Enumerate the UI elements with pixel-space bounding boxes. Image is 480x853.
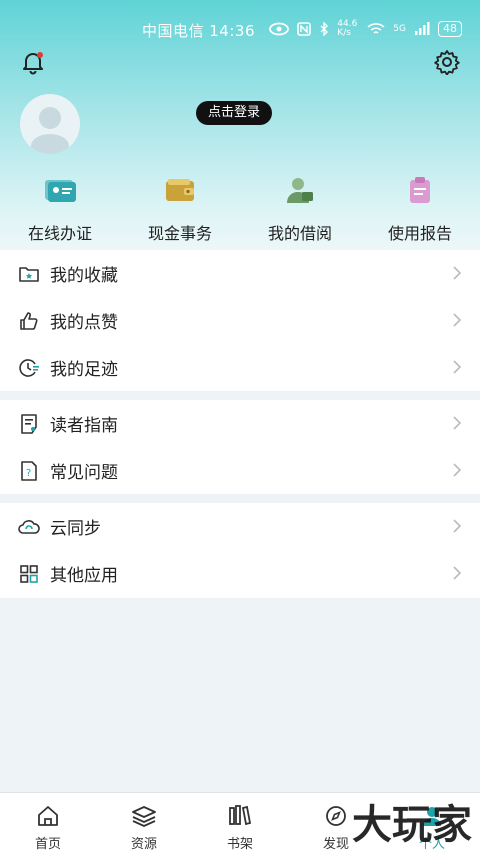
id-card-icon — [42, 172, 78, 208]
menu-item-label: 云同步 — [50, 519, 101, 539]
chevron-right-icon — [453, 416, 462, 430]
quick-action-report[interactable]: 使用报告 — [360, 172, 480, 244]
signal-icon — [415, 22, 430, 35]
guide-icon — [18, 413, 40, 435]
eye-icon — [269, 22, 290, 36]
bluetooth-icon — [320, 22, 329, 36]
history-icon — [18, 357, 40, 379]
menu-item-other-apps[interactable]: 其他应用 — [0, 550, 480, 597]
network-type: 5G — [393, 24, 406, 34]
menu-item-label: 常见问题 — [50, 463, 118, 483]
svg-text:?: ? — [26, 468, 31, 479]
tab-label: 首页 — [34, 837, 61, 852]
report-icon — [402, 172, 438, 208]
discover-icon — [323, 803, 349, 829]
menu-item-label: 我的收藏 — [50, 266, 118, 286]
quick-action-borrow[interactable]: 我的借阅 — [240, 172, 360, 244]
tab-label: 书架 — [226, 837, 253, 852]
quick-action-label: 使用报告 — [387, 224, 452, 243]
bookshelf-icon — [227, 803, 253, 829]
menu-item-label: 我的足迹 — [50, 360, 118, 380]
chevron-right-icon — [453, 360, 462, 374]
menu-item-faq[interactable]: ? 常见问题 — [0, 447, 480, 494]
menu-item-label: 其他应用 — [50, 566, 118, 586]
status-bar: 中国电信 14:36 44.6 K/s 5G 48 — [0, 0, 480, 60]
menu-item-likes[interactable]: 我的点赞 — [0, 297, 480, 344]
home-icon — [35, 803, 61, 829]
quick-action-label: 现金事务 — [147, 224, 212, 243]
menu-item-label: 读者指南 — [50, 416, 118, 436]
quick-actions: 在线办证 现金事务 我的借阅 使用报告 — [0, 172, 480, 244]
cloud-sync-icon — [18, 516, 40, 538]
faq-icon: ? — [18, 460, 40, 482]
apps-grid-icon — [18, 563, 40, 585]
menu-item-favorites[interactable]: 我的收藏 — [0, 250, 480, 297]
thumbs-up-icon — [18, 310, 40, 332]
chevron-right-icon — [453, 463, 462, 477]
settings-button[interactable] — [432, 47, 462, 77]
menu-item-label: 我的点赞 — [50, 313, 118, 333]
tab-home[interactable]: 首页 — [0, 793, 96, 853]
quick-action-online-card[interactable]: 在线办证 — [0, 172, 120, 244]
notification-button[interactable] — [18, 47, 48, 77]
menu-group-personal: 我的收藏 我的点赞 我的足迹 — [0, 250, 480, 391]
quick-action-cash[interactable]: 现金事务 — [120, 172, 240, 244]
quick-action-label: 我的借阅 — [267, 224, 332, 243]
menu-item-cloud-sync[interactable]: 云同步 — [0, 503, 480, 550]
nfc-icon — [297, 22, 312, 36]
quick-action-label: 在线办证 — [27, 224, 92, 243]
layers-icon — [131, 803, 157, 829]
chevron-right-icon — [453, 566, 462, 580]
chevron-right-icon — [453, 313, 462, 327]
chevron-right-icon — [453, 266, 462, 280]
menu-item-reader-guide[interactable]: 读者指南 — [0, 400, 480, 447]
reader-icon — [282, 172, 318, 208]
status-indicators: 44.6 K/s 5G 48 — [269, 20, 462, 38]
tab-resources[interactable]: 资源 — [96, 793, 192, 853]
tab-label: 发现 — [322, 837, 349, 852]
chevron-right-icon — [453, 519, 462, 533]
avatar[interactable] — [20, 94, 80, 154]
network-speed: 44.6 K/s — [337, 19, 358, 38]
login-button[interactable]: 点击登录 — [196, 101, 273, 125]
gear-icon — [434, 50, 460, 75]
tab-bookshelf[interactable]: 书架 — [192, 793, 288, 853]
wifi-icon — [367, 23, 385, 34]
tab-label: 资源 — [130, 837, 157, 852]
menu-item-history[interactable]: 我的足迹 — [0, 344, 480, 391]
wallet-icon — [162, 172, 198, 208]
watermark: 大玩家 — [352, 801, 472, 848]
bell-icon — [23, 52, 43, 75]
battery-indicator: 48 — [438, 21, 462, 37]
status-carrier-time: 中国电信 14:36 — [142, 22, 255, 40]
menu-group-help: 读者指南 ? 常见问题 — [0, 400, 480, 494]
default-avatar-icon — [31, 107, 69, 154]
folder-star-icon — [18, 263, 40, 285]
menu-group-other: 云同步 其他应用 — [0, 503, 480, 598]
